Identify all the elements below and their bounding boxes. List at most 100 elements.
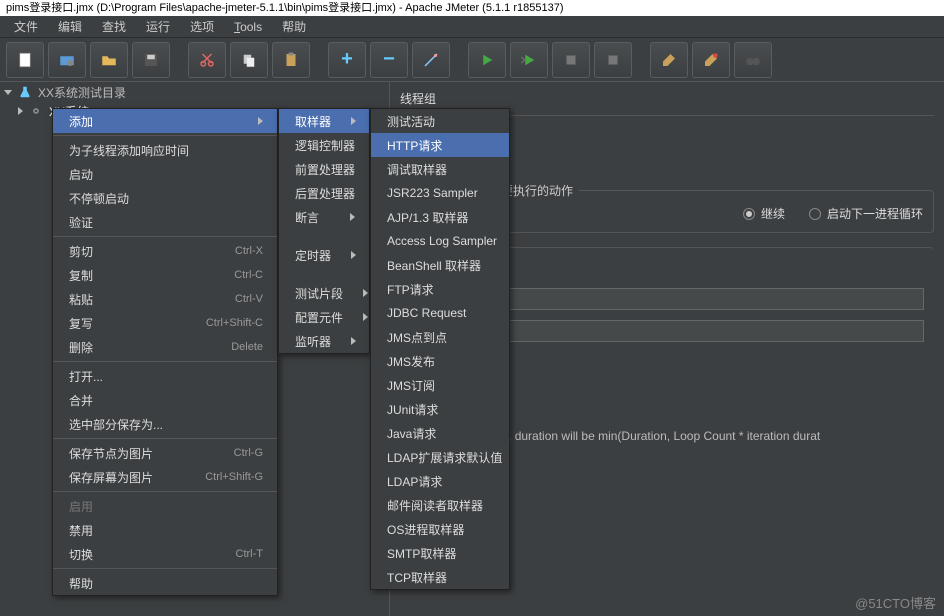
ctx-item[interactable]: 复制Ctrl-C [53, 263, 277, 287]
toggle-button[interactable] [412, 42, 450, 78]
collapse-button[interactable]: − [370, 42, 408, 78]
ctx-item[interactable]: 保存节点为图片Ctrl-G [53, 441, 277, 465]
folder-gear-icon [58, 51, 76, 69]
sub-sampler-item[interactable]: 邮件阅读者取样器 [371, 493, 509, 517]
search-button[interactable] [734, 42, 772, 78]
ctx-item[interactable]: 启动 [53, 162, 277, 186]
broom-icon [660, 51, 678, 69]
sub-sampler-item[interactable]: FTP请求 [371, 277, 509, 301]
play-icon [478, 51, 496, 69]
root-label: XX系统测试目录 [38, 84, 126, 101]
sub-sampler-item[interactable]: JSR223 Sampler [371, 181, 509, 205]
sub-sampler-item[interactable]: JMS发布 [371, 349, 509, 373]
toolbar: + − [0, 38, 944, 82]
sub-sampler-item[interactable]: 测试活动 [371, 109, 509, 133]
submenu-add: 取样器逻辑控制器前置处理器后置处理器断言定时器测试片段配置元件监听器 [278, 108, 370, 354]
flask-icon [18, 85, 32, 99]
watermark: @51CTO博客 [855, 593, 936, 612]
ctx-item[interactable]: 验证 [53, 210, 277, 234]
sub-sampler-item[interactable]: BeanShell 取样器 [371, 253, 509, 277]
menu-item-label: JDBC Request [387, 306, 466, 320]
ctx-item[interactable]: 不停顿启动 [53, 186, 277, 210]
file-icon [16, 51, 34, 69]
ctx-item[interactable]: 禁用 [53, 518, 277, 542]
menu-item-label: TCP取样器 [387, 569, 447, 586]
sub-sampler-item[interactable]: TCP取样器 [371, 565, 509, 589]
expand-icon [4, 90, 12, 95]
ctx-item[interactable]: 剪切Ctrl-X [53, 239, 277, 263]
wand-icon [422, 51, 440, 69]
save-button[interactable] [132, 42, 170, 78]
open-button[interactable] [90, 42, 128, 78]
sub-sampler-item[interactable]: AJP/1.3 取样器 [371, 205, 509, 229]
ctx-item[interactable]: 合并 [53, 388, 277, 412]
templates-button[interactable] [48, 42, 86, 78]
new-button[interactable] [6, 42, 44, 78]
menu-item-label: 配置元件 [295, 309, 343, 326]
sub-sampler-item[interactable]: HTTP请求 [371, 133, 509, 157]
radio-next-loop[interactable]: 启动下一进程循环 [809, 205, 923, 222]
shutdown-button[interactable] [594, 42, 632, 78]
menu-edit[interactable]: 编辑 [50, 16, 90, 37]
ctx-item[interactable]: 打开... [53, 364, 277, 388]
clear-button[interactable] [650, 42, 688, 78]
ctx-item[interactable]: 为子线程添加响应时间 [53, 138, 277, 162]
sub-sampler-item[interactable]: Java请求 [371, 421, 509, 445]
menu-item-label: 测试片段 [295, 285, 343, 302]
menu-item-label: 粘贴 [69, 291, 93, 308]
sub-sampler-item[interactable]: 调试取样器 [371, 157, 509, 181]
menu-run[interactable]: 运行 [138, 16, 178, 37]
tree-root[interactable]: XX系统测试目录 [0, 82, 389, 102]
menubar: 文件 编辑 查找 运行 选项 Tools 帮助 [0, 16, 944, 38]
ctx-item[interactable]: 选中部分保存为... [53, 412, 277, 436]
menu-item-label: 测试活动 [387, 113, 435, 130]
radio-continue[interactable]: 继续 [743, 205, 785, 222]
sub-sampler-item[interactable]: SMTP取样器 [371, 541, 509, 565]
menu-help[interactable]: 帮助 [274, 16, 314, 37]
copy-button[interactable] [230, 42, 268, 78]
menu-search[interactable]: 查找 [94, 16, 134, 37]
start-button[interactable] [468, 42, 506, 78]
ctx-item[interactable]: 保存屏幕为图片Ctrl+Shift-G [53, 465, 277, 489]
menu-tools[interactable]: Tools [226, 18, 270, 36]
sub-add-item[interactable]: 前置处理器 [279, 157, 369, 181]
ctx-item[interactable]: 切换Ctrl-T [53, 542, 277, 566]
menu-item-label: 选中部分保存为... [69, 416, 163, 433]
paste-button[interactable] [272, 42, 310, 78]
sub-sampler-item[interactable]: JMS点到点 [371, 325, 509, 349]
shortcut-label: Ctrl+Shift-C [206, 317, 263, 329]
ctx-item[interactable]: 添加 [53, 109, 277, 133]
menu-item-label: LDAP请求 [387, 473, 442, 490]
sub-add-item[interactable]: 逻辑控制器 [279, 133, 369, 157]
expand-button[interactable]: + [328, 42, 366, 78]
sub-add-item[interactable]: 断言 [279, 205, 369, 229]
sub-sampler-item[interactable]: JMS订阅 [371, 373, 509, 397]
sub-sampler-item[interactable]: LDAP扩展请求默认值 [371, 445, 509, 469]
sub-sampler-item[interactable]: LDAP请求 [371, 469, 509, 493]
sub-sampler-item[interactable]: JUnit请求 [371, 397, 509, 421]
sub-add-item[interactable]: 取样器 [279, 109, 369, 133]
submenu-arrow-icon [363, 286, 368, 300]
sub-add-item[interactable]: 测试片段 [279, 281, 369, 305]
sub-add-item[interactable]: 监听器 [279, 329, 369, 353]
ctx-item[interactable]: 粘贴Ctrl-V [53, 287, 277, 311]
clear-all-button[interactable] [692, 42, 730, 78]
menu-options[interactable]: 选项 [182, 16, 222, 37]
sub-add-item[interactable]: 后置处理器 [279, 181, 369, 205]
copy-icon [240, 51, 258, 69]
ctx-item[interactable]: 删除Delete [53, 335, 277, 359]
start-no-pause-button[interactable] [510, 42, 548, 78]
sub-add-item[interactable]: 配置元件 [279, 305, 369, 329]
sub-sampler-item[interactable]: Access Log Sampler [371, 229, 509, 253]
cut-button[interactable] [188, 42, 226, 78]
stop-button[interactable] [552, 42, 590, 78]
ctx-item[interactable]: 帮助 [53, 571, 277, 595]
menu-item-label: 切换 [69, 546, 93, 563]
plus-icon: + [341, 48, 353, 71]
sub-sampler-item[interactable]: OS进程取样器 [371, 517, 509, 541]
menu-item-label: 不停顿启动 [69, 190, 129, 207]
sub-sampler-item[interactable]: JDBC Request [371, 301, 509, 325]
ctx-item[interactable]: 复写Ctrl+Shift-C [53, 311, 277, 335]
menu-file[interactable]: 文件 [6, 16, 46, 37]
sub-add-item[interactable]: 定时器 [279, 243, 369, 267]
